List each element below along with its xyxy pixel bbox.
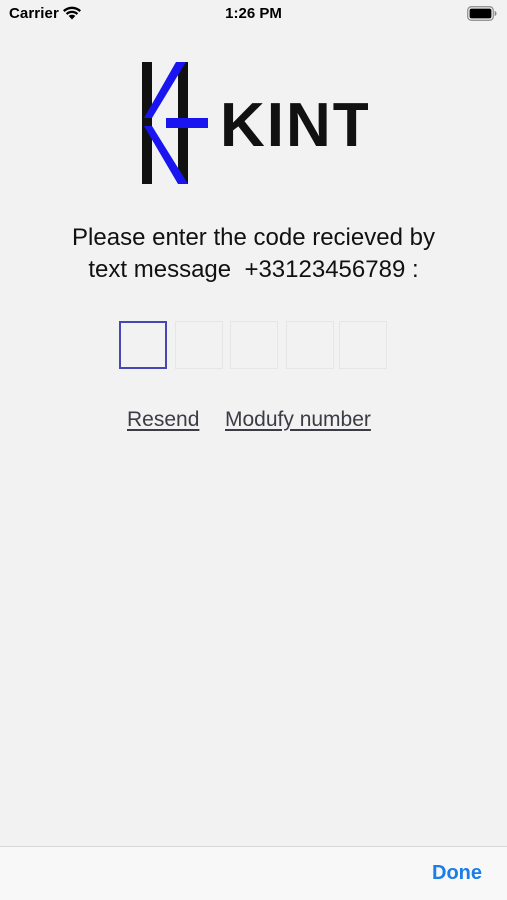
battery-icon [467,6,497,21]
done-button[interactable]: Done [432,862,482,885]
resend-link[interactable]: Resend [127,408,199,432]
code-digit-4[interactable] [286,321,334,369]
code-digit-2[interactable] [175,321,223,369]
code-prompt: Please enter the code recieved by text m… [0,222,507,286]
keyboard-toolbar: Done [0,846,507,900]
code-digit-5[interactable] [339,321,387,369]
code-digit-1[interactable] [119,321,167,369]
clock: 1:26 PM [225,5,282,22]
kint-logo: KINT [140,60,371,186]
code-digit-3[interactable] [230,321,278,369]
modify-number-link[interactable]: Modufy number [225,408,371,432]
status-bar: Carrier 1:26 PM [0,0,507,30]
logo-wordmark: KINT [220,91,368,160]
prompt-line-2: text message +33123456789 : [88,256,419,283]
prompt-line-1: Please enter the code recieved by [72,224,435,251]
code-input-group [119,321,389,371]
